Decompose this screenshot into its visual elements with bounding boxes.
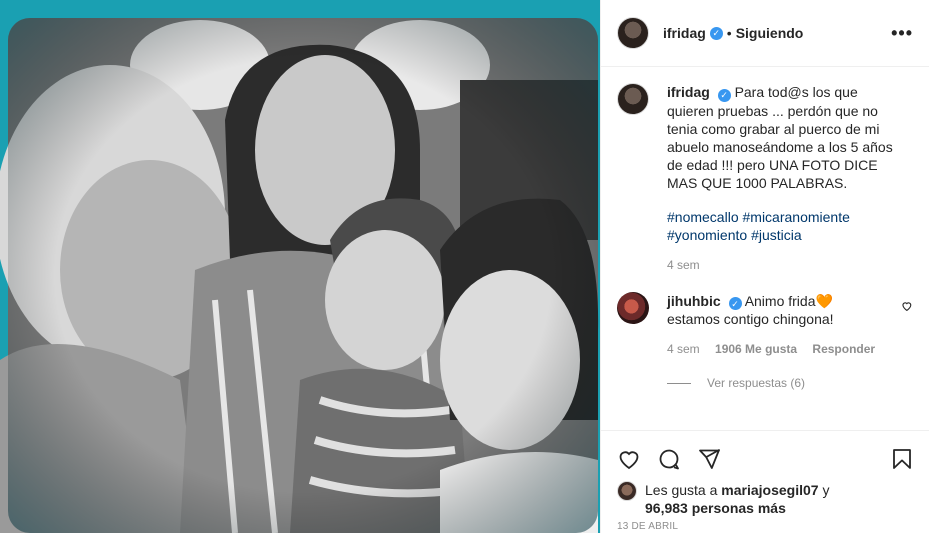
separator-dot: •	[726, 25, 732, 41]
likes-prefix: Les gusta a	[645, 482, 718, 498]
actions-section: Les gusta a mariajosegil07 y 96,983 pers…	[601, 430, 929, 532]
liker-avatar[interactable]	[617, 481, 637, 501]
author-username[interactable]: ifridag	[663, 25, 706, 41]
vintage-family-photo	[0, 0, 600, 533]
caption-meta: 4 sem	[667, 256, 907, 274]
view-replies-button[interactable]: Ver respuestas (6)	[667, 376, 913, 390]
orange-heart-emoji: 🧡	[815, 292, 833, 309]
verified-badge-icon: ✓	[728, 297, 742, 310]
caption-comment: ifridag ✓ Para tod@s los que quieren pru…	[617, 83, 913, 274]
reply-text-line2: estamos contigo chingona!	[667, 311, 834, 327]
reply-text-line1: Animo frida	[744, 292, 816, 309]
likes-text: Les gusta a mariajosegil07 y 96,983 pers…	[645, 481, 829, 517]
caption-age[interactable]: 4 sem	[667, 258, 700, 272]
post-header: ifridag ✓ • Siguiendo •••	[601, 0, 929, 67]
post-date[interactable]: 13 DE ABRIL	[617, 521, 914, 532]
caption-body: ifridag ✓ Para tod@s los que quieren pru…	[667, 83, 907, 274]
save-icon[interactable]	[890, 447, 914, 471]
post-photo[interactable]	[0, 0, 600, 533]
heart-icon[interactable]	[617, 447, 641, 471]
hashtag-list: #nomecallo #micaranomiente #yonomiento #…	[667, 208, 907, 244]
author-avatar[interactable]	[617, 17, 649, 49]
reply-username[interactable]: jihuhbic	[667, 293, 721, 309]
action-icons-row	[617, 439, 914, 479]
share-icon[interactable]	[697, 447, 721, 471]
hashtag[interactable]: #nomecallo	[667, 209, 739, 225]
liker-username[interactable]: mariajosegil07	[721, 482, 818, 498]
reply-age[interactable]: 4 sem	[667, 342, 700, 356]
view-replies-label[interactable]: Ver respuestas (6)	[707, 376, 805, 390]
verified-badge-icon: ✓	[709, 26, 723, 40]
reply-likes[interactable]: 1906 Me gusta	[715, 342, 797, 356]
hashtag[interactable]: #yonomiento	[667, 227, 747, 243]
view-replies-line	[667, 382, 691, 384]
reply-meta: 4 sem 1906 Me gusta Responder	[667, 340, 901, 358]
verified-badge-icon: ✓	[717, 88, 731, 102]
post-side-panel: ifridag ✓ • Siguiendo ••• ifridag ✓ Para…	[600, 0, 929, 533]
reply-button[interactable]: Responder	[812, 342, 875, 356]
instagram-post: ifridag ✓ • Siguiendo ••• ifridag ✓ Para…	[0, 0, 929, 533]
likes-summary: Les gusta a mariajosegil07 y 96,983 pers…	[617, 481, 914, 517]
comments-section: ifridag ✓ Para tod@s los que quieren pru…	[601, 67, 929, 429]
hashtag[interactable]: #justicia	[751, 227, 802, 243]
more-options-icon[interactable]: •••	[891, 24, 913, 42]
reply-body: jihuhbic ✓ Animo frida🧡 estamos contigo …	[667, 292, 901, 359]
caption-username[interactable]: ifridag	[667, 84, 710, 100]
following-button[interactable]: Siguiendo	[736, 25, 804, 41]
hashtag[interactable]: #micaranomiente	[743, 209, 850, 225]
reply-avatar[interactable]	[617, 291, 649, 324]
like-comment-heart-icon[interactable]	[901, 300, 913, 312]
likes-count[interactable]: 96,983 personas más	[645, 500, 786, 516]
likes-conj: y	[822, 482, 830, 498]
comment-icon[interactable]	[657, 447, 681, 471]
caption-avatar[interactable]	[617, 83, 649, 115]
reply-comment: jihuhbic ✓ Animo frida🧡 estamos contigo …	[617, 291, 913, 359]
